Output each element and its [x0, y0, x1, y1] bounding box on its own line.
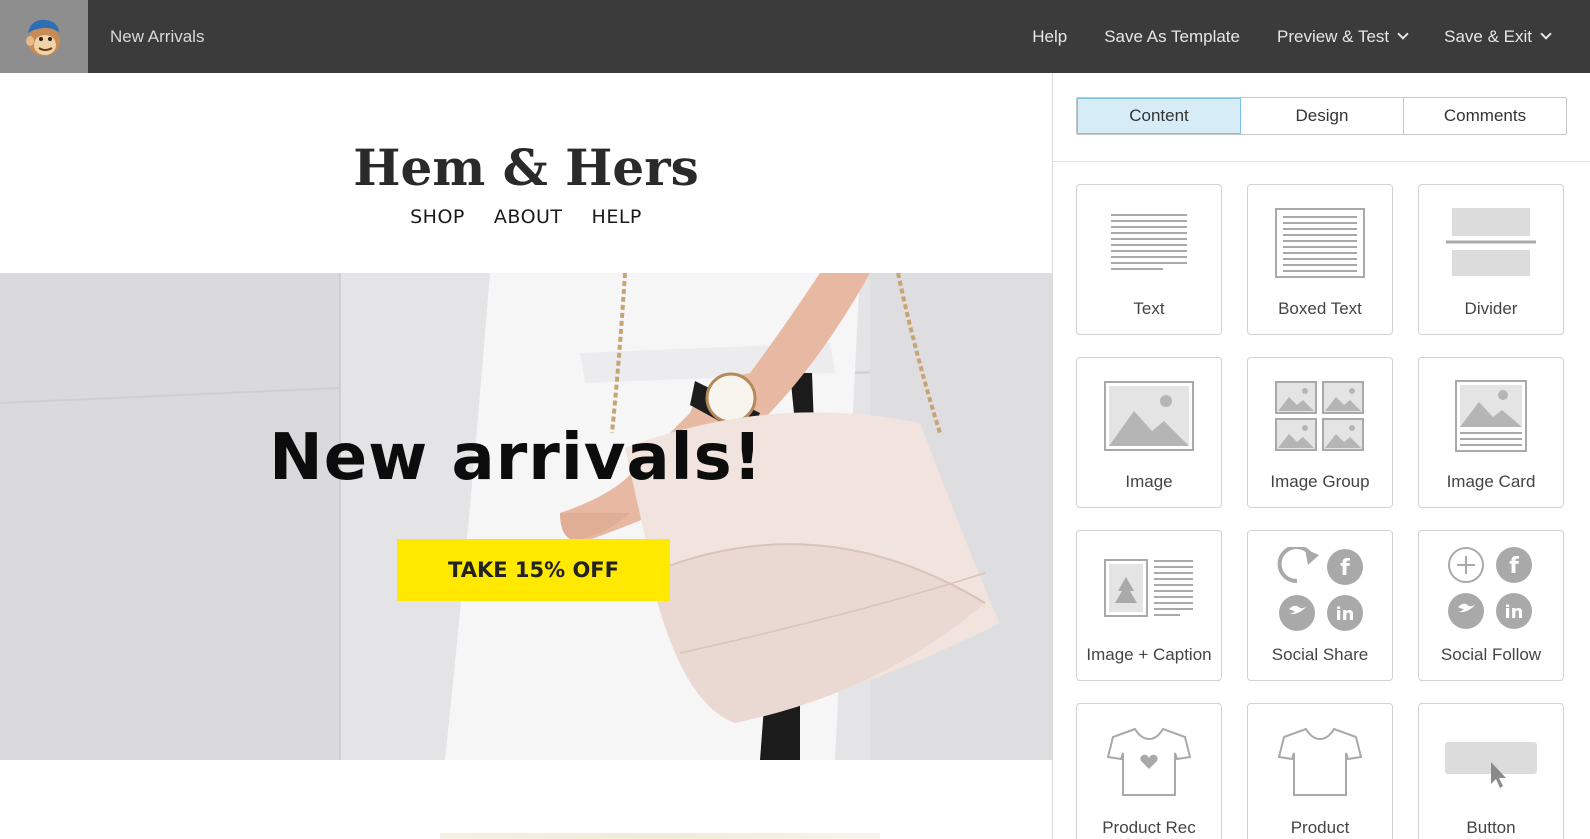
block-image[interactable]: Image [1076, 357, 1222, 508]
mailchimp-logo[interactable] [0, 0, 88, 73]
block-image-group[interactable]: Image Group [1247, 357, 1393, 508]
email-canvas[interactable]: Hem & Hers SHOP ABOUT HELP New arrivals!… [0, 73, 1052, 839]
help-link[interactable]: Help [1032, 27, 1067, 47]
block-social-follow[interactable]: f in Social Follow [1418, 530, 1564, 681]
block-button[interactable]: Button [1418, 703, 1564, 839]
campaign-title: New Arrivals [110, 27, 205, 46]
email-nav-about[interactable]: ABOUT [494, 206, 563, 228]
divider-block-icon [1446, 208, 1536, 276]
block-product[interactable]: Product [1247, 703, 1393, 839]
hero-photo [0, 273, 1052, 760]
product-block-icon [1278, 727, 1362, 796]
brand-logo-text[interactable]: Hem & Hers [0, 138, 1052, 197]
social-follow-block-icon: f in [1448, 547, 1532, 629]
block-product-rec[interactable]: Product Rec [1076, 703, 1222, 839]
take-15-off-button[interactable]: TAKE 15% OFF [397, 539, 670, 601]
email-nav-shop[interactable]: SHOP [410, 206, 465, 228]
save-as-template-label: Save As Template [1104, 26, 1240, 46]
block-label: Text [1133, 299, 1165, 318]
help-link-label: Help [1032, 26, 1068, 46]
block-divider[interactable]: Divider [1418, 184, 1564, 335]
top-bar: New Arrivals Help Save As Template Previ… [0, 0, 1590, 73]
block-label: Social Share [1271, 645, 1369, 664]
block-image-caption[interactable]: Image + Caption [1076, 530, 1222, 681]
chevron-down-icon [1540, 28, 1552, 40]
block-image-card[interactable]: Image Card [1418, 357, 1564, 508]
hero-image[interactable]: New arrivals! TAKE 15% OFF [0, 273, 1052, 760]
image-caption-block-icon [1104, 559, 1193, 617]
tab-comments[interactable]: Comments [1404, 98, 1566, 134]
svg-text:f: f [1509, 554, 1519, 579]
block-text[interactable]: Text [1076, 184, 1222, 335]
next-section-preview [440, 833, 880, 839]
image-card-block-icon [1455, 380, 1527, 452]
product-rec-block-icon [1107, 727, 1191, 796]
block-label: Button [1466, 818, 1516, 837]
tab-content[interactable]: Content [1077, 98, 1241, 134]
block-label: Image + Caption [1086, 645, 1212, 664]
save-exit-label: Save & Exit [1444, 26, 1532, 46]
block-label: Boxed Text [1278, 299, 1362, 318]
preview-test-label: Preview & Test [1277, 26, 1390, 46]
block-label: Product [1290, 818, 1350, 837]
svg-text:f: f [1340, 556, 1350, 581]
email-nav: SHOP ABOUT HELP [0, 206, 1052, 228]
block-label: Product Rec [1102, 818, 1196, 837]
content-blocks-panel: Content Design Comments Text Boxed Text [1052, 73, 1590, 839]
panel-tabs: Content Design Comments [1076, 97, 1567, 135]
save-exit-menu[interactable]: Save & Exit [1444, 26, 1552, 47]
monkey-logo-icon [26, 19, 60, 56]
block-social-share[interactable]: f in Social Share [1247, 530, 1393, 681]
button-block-icon [1445, 742, 1537, 788]
block-boxed-text[interactable]: Boxed Text [1247, 184, 1393, 335]
divider [1053, 161, 1590, 162]
chevron-down-icon [1397, 28, 1409, 40]
email-nav-help[interactable]: HELP [592, 206, 642, 228]
image-group-block-icon [1275, 381, 1364, 451]
svg-text:in: in [1505, 602, 1524, 623]
block-label: Divider [1464, 299, 1518, 318]
text-block-icon [1111, 214, 1187, 270]
block-label: Image Group [1270, 472, 1370, 491]
hero-title[interactable]: New arrivals! [0, 421, 1052, 495]
block-label: Image [1125, 472, 1173, 491]
tab-design[interactable]: Design [1241, 98, 1404, 134]
social-share-block-icon: f in [1277, 547, 1363, 631]
save-as-template-link[interactable]: Save As Template [1104, 27, 1240, 47]
svg-text:in: in [1336, 604, 1355, 625]
image-block-icon [1104, 381, 1194, 451]
top-nav: Help Save As Template Preview & Test Sav… [1032, 0, 1552, 73]
preview-test-menu[interactable]: Preview & Test [1277, 26, 1409, 47]
boxed-text-block-icon [1275, 208, 1365, 278]
block-label: Social Follow [1440, 645, 1542, 664]
block-label: Image Card [1446, 472, 1536, 491]
